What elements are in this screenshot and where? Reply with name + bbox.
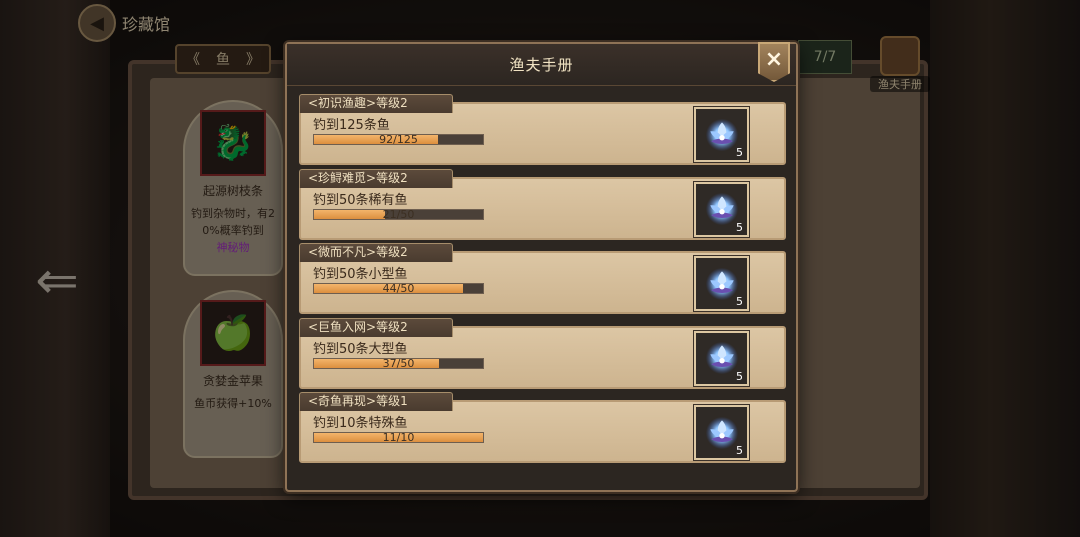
quest-item: 钓到50条稀有鱼 21/50 5 <珍鲟难觅>等级2 [299, 168, 786, 240]
quest-progress-bar: 44/50 [313, 282, 484, 295]
reward-slot[interactable]: 5 [693, 180, 750, 238]
dialog-title: 渔夫手册 [509, 56, 574, 74]
quest-progress-text: 92/125 [379, 133, 418, 146]
quest-item: 钓到50条大型鱼 37/50 5 <巨鱼入网>等级2 [299, 317, 786, 389]
quest-item: 钓到10条特殊鱼 11/10 5 <奇鱼再现>等级1 [299, 392, 786, 463]
reward-count: 5 [736, 295, 743, 308]
quest-progress-text: 44/50 [382, 282, 415, 295]
glowing-lotus-icon [705, 118, 738, 151]
quest-level-tab: <奇鱼再现>等级1 [299, 392, 453, 411]
glowing-lotus-icon [705, 192, 738, 226]
quest-description: 钓到50条大型鱼 [313, 341, 408, 357]
reward-count: 5 [736, 146, 743, 159]
quest-progress-text: 11/10 [382, 431, 415, 444]
quest-level-tab: <巨鱼入网>等级2 [299, 317, 453, 337]
glowing-lotus-icon [705, 416, 738, 449]
quest-description: 钓到125条鱼 [313, 118, 390, 133]
quest-item: 钓到50条小型鱼 44/50 5 <微而不凡>等级2 [299, 243, 786, 314]
reward-slot[interactable]: 5 [693, 404, 750, 461]
reward-slot[interactable]: 5 [693, 255, 750, 312]
quest-description: 钓到10条特殊鱼 [313, 416, 408, 431]
quest-progress-bar: 37/50 [313, 356, 484, 370]
quest-progress-text: 37/50 [382, 356, 415, 370]
reward-count: 5 [736, 444, 743, 457]
quest-description: 钓到50条稀有鱼 [313, 192, 408, 208]
quest-level-tab: <珍鲟难觅>等级2 [299, 168, 453, 188]
quest-progress-bar: 11/10 [313, 431, 484, 444]
quest-level-tab: <初识渔趣>等级2 [299, 94, 453, 113]
reward-slot[interactable]: 5 [693, 106, 750, 163]
quest-description: 钓到50条小型鱼 [313, 267, 408, 282]
close-icon: × [764, 47, 784, 72]
glowing-lotus-icon [705, 267, 738, 300]
fisherman-manual-dialog: 渔夫手册 × 钓到125条鱼 92/125 5 <初识渔趣>等级2 钓到50条稀… [285, 42, 798, 492]
quest-progress-bar: 21/50 [313, 207, 484, 221]
reward-slot[interactable]: 5 [693, 329, 750, 387]
glowing-lotus-icon [705, 341, 738, 375]
quest-progress-bar: 92/125 [313, 133, 484, 146]
quest-progress-text: 21/50 [382, 207, 415, 221]
reward-count: 5 [736, 369, 743, 383]
reward-count: 5 [736, 220, 743, 234]
quest-level-tab: <微而不凡>等级2 [299, 243, 453, 262]
dialog-header: 渔夫手册 [287, 44, 796, 86]
quest-item: 钓到125条鱼 92/125 5 <初识渔趣>等级2 [299, 94, 786, 165]
